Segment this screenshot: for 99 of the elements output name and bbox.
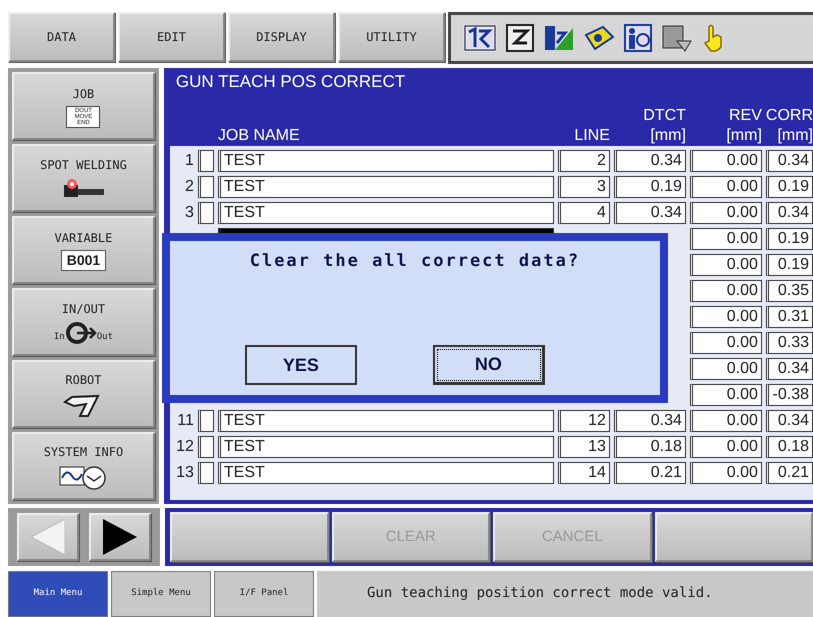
column-header: DTCT <box>642 106 686 126</box>
table-cell: 0.00 <box>690 176 762 198</box>
table-cell: 0.00 <box>690 462 762 484</box>
menu-tab[interactable]: Simple Menu <box>111 571 211 617</box>
job-name-cell[interactable]: TEST <box>218 462 554 484</box>
table-cell: 0.00 <box>690 280 762 302</box>
table-cell: 0.00 <box>690 306 762 328</box>
table-cell: 0.00 <box>690 358 762 380</box>
menu-tab[interactable]: Main Menu <box>8 571 108 617</box>
system-info-icon <box>59 464 108 490</box>
coordinate-icon[interactable] <box>505 23 535 53</box>
table-cell: 0.35 <box>766 280 813 302</box>
row-check-cell <box>198 202 214 224</box>
table-cell: -0.38 <box>766 384 813 406</box>
io-label: In <box>54 331 65 344</box>
table-cell: 0.19 <box>766 254 813 276</box>
sidebar-button[interactable]: VARIABLE B001 <box>12 216 155 284</box>
menu-button[interactable]: EDIT <box>118 12 225 62</box>
column-header: CORR <box>766 106 813 126</box>
table-cell: 0.18 <box>766 436 813 458</box>
table-cell: 0.19 <box>766 176 813 198</box>
table-cell: 0.00 <box>690 436 762 458</box>
column-header: REV <box>728 106 762 126</box>
table-cell: 0.31 <box>766 306 813 328</box>
table-cell: 0.34 <box>766 202 813 224</box>
row-number: 11 <box>176 411 194 431</box>
table-cell: 0.00 <box>690 384 762 406</box>
table-cell: 0.21 <box>614 462 686 484</box>
row-number: 12 <box>175 437 194 457</box>
table-cell: 0.00 <box>690 254 762 276</box>
column-header: JOB NAME <box>218 126 301 146</box>
table-cell: 0.34 <box>766 150 813 172</box>
speed-icon[interactable] <box>543 23 575 53</box>
dialog-button[interactable]: NO <box>432 345 545 385</box>
io-label: Out <box>96 331 113 344</box>
job-name-cell[interactable]: TEST <box>218 150 554 172</box>
row-check-cell <box>198 410 214 432</box>
menu-button[interactable]: DATA <box>8 12 115 62</box>
table-cell: 0.34 <box>766 358 813 380</box>
sidebar-button[interactable]: SPOT WELDING <box>12 144 155 212</box>
teach-mode-icon[interactable] <box>623 23 653 53</box>
table-cell: 0.19 <box>766 228 813 250</box>
next-page-button[interactable] <box>89 513 151 561</box>
table-cell: 0.33 <box>766 332 813 354</box>
table-cell: 0.34 <box>614 150 686 172</box>
table-cell: 0.00 <box>690 202 762 224</box>
sidebar-button[interactable]: SYSTEM INFO <box>12 432 155 500</box>
row-number: 1 <box>184 151 194 171</box>
table-cell: 0.18 <box>614 436 686 458</box>
row-check-cell <box>198 462 214 484</box>
status-message: Gun teaching position correct mode valid. <box>317 571 813 617</box>
menu-tab[interactable]: I/F Panel <box>214 571 314 617</box>
menu-button[interactable]: DISPLAY <box>228 12 335 62</box>
right-arrow-icon <box>103 519 137 555</box>
table-cell: 14 <box>558 462 610 484</box>
job-name-cell[interactable]: TEST <box>218 176 554 198</box>
table-cell: 0.34 <box>766 410 813 432</box>
table-cell: 3 <box>558 176 610 198</box>
hand-icon[interactable] <box>701 23 725 53</box>
dialog-message: Clear the all correct data? <box>250 250 580 273</box>
column-header: LINE <box>573 126 610 146</box>
table-cell: 0.19 <box>614 176 686 198</box>
table-cell: 0.34 <box>614 202 686 224</box>
sidebar-button[interactable]: IN/OUT In Out <box>12 288 155 356</box>
table-cell: 2 <box>558 150 610 172</box>
row-check-cell <box>198 176 214 198</box>
page-icon[interactable] <box>661 23 693 53</box>
job-name-cell[interactable]: TEST <box>218 202 554 224</box>
table-cell: 13 <box>558 436 610 458</box>
row-number: 13 <box>175 463 194 483</box>
row-check-cell <box>198 436 214 458</box>
function-key[interactable] <box>654 512 813 562</box>
row-check-cell <box>198 150 214 172</box>
row-number: 3 <box>184 203 194 223</box>
column-unit: [mm] <box>776 126 813 146</box>
job-name-cell[interactable]: TEST <box>218 410 554 432</box>
row-number: 2 <box>184 177 194 197</box>
table-cell: 0.00 <box>690 410 762 432</box>
table-cell: 0.34 <box>614 410 686 432</box>
job-name-cell[interactable]: TEST <box>218 436 554 458</box>
table-cell: 4 <box>558 202 610 224</box>
column-unit: [mm] <box>725 126 762 146</box>
table-cell: 0.00 <box>690 150 762 172</box>
table-cell: 12 <box>558 410 610 432</box>
previous-page-button[interactable] <box>17 513 79 561</box>
column-unit: [mm] <box>649 126 686 146</box>
table-cell: 0.21 <box>766 462 813 484</box>
table-cell: 0.00 <box>690 228 762 250</box>
step-icon[interactable] <box>463 23 497 53</box>
table-cell: 0.00 <box>690 332 762 354</box>
menu-button[interactable]: UTILITY <box>338 12 445 62</box>
sidebar-button[interactable]: ROBOT <box>12 360 155 428</box>
dialog-button[interactable]: YES <box>244 345 357 385</box>
screen-title: GUN TEACH POS CORRECT <box>174 72 406 93</box>
variable-value: B001 <box>60 250 106 271</box>
left-arrow-icon <box>31 519 65 555</box>
in-out-icon <box>64 320 97 344</box>
robot-arm-icon[interactable] <box>583 23 615 53</box>
function-key[interactable] <box>170 512 328 562</box>
